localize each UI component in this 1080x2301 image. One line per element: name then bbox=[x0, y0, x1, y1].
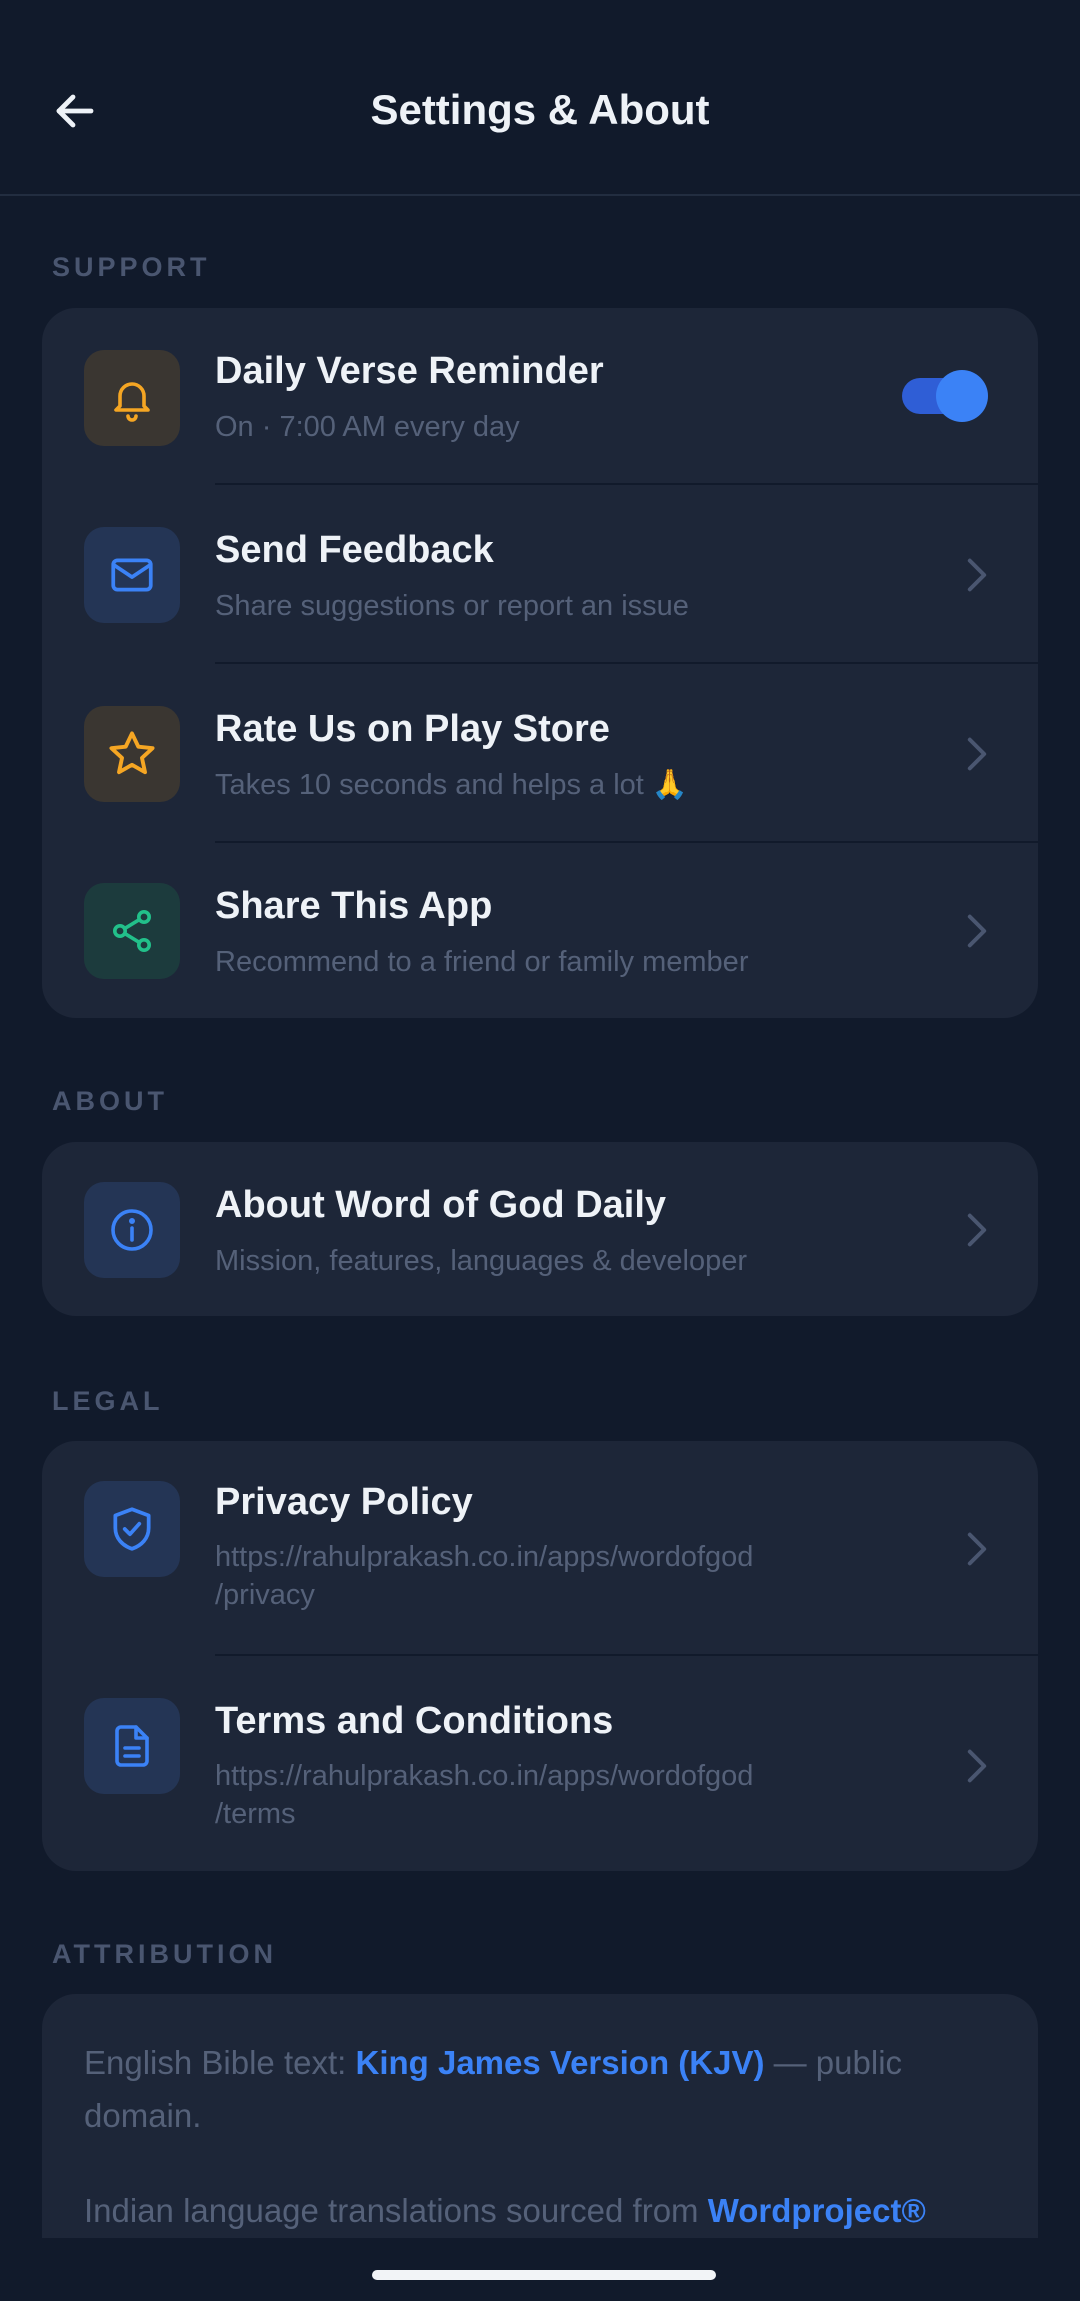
row-subtitle: Recommend to a friend or family member bbox=[215, 946, 749, 978]
privacy-policy-row[interactable]: Privacy Policy https://rahulprakash.co.i… bbox=[42, 1441, 1038, 1656]
document-icon bbox=[115, 1725, 149, 1767]
attribution-kjv-prefix: English Bible text: bbox=[84, 2044, 356, 2081]
mail-icon-tile bbox=[84, 527, 180, 623]
section-label-attribution: ATTRIBUTION bbox=[52, 1939, 277, 1969]
info-icon bbox=[111, 1209, 153, 1251]
terms-row[interactable]: Terms and Conditions https://rahulprakas… bbox=[42, 1656, 1038, 1871]
document-icon-tile bbox=[84, 1698, 180, 1794]
row-subtitle-line2: /terms bbox=[215, 1798, 296, 1830]
bell-icon bbox=[114, 382, 150, 422]
section-label-legal: LEGAL bbox=[52, 1386, 164, 1416]
row-subtitle-line2: /privacy bbox=[215, 1579, 315, 1611]
attribution-translations: Indian language translations sourced fro… bbox=[84, 2184, 1004, 2237]
row-title: Terms and Conditions bbox=[215, 1700, 614, 1742]
chevron-right-icon bbox=[962, 1529, 992, 1569]
star-icon bbox=[109, 731, 155, 775]
row-title: Daily Verse Reminder bbox=[215, 350, 604, 392]
row-subtitle-line1: https://rahulprakash.co.in/apps/wordofgo… bbox=[215, 1760, 754, 1792]
attribution-card: English Bible text: King James Version (… bbox=[42, 1994, 1038, 2238]
row-subtitle: Share suggestions or report an issue bbox=[215, 590, 689, 622]
about-card: About Word of God Daily Mission, feature… bbox=[42, 1142, 1038, 1316]
page-title: Settings & About bbox=[370, 86, 710, 133]
wordproject-link[interactable]: Wordproject® bbox=[708, 2192, 926, 2229]
chevron-right-icon bbox=[962, 734, 992, 774]
shield-check-icon bbox=[113, 1507, 151, 1551]
home-indicator[interactable] bbox=[372, 2270, 716, 2280]
reminder-toggle[interactable] bbox=[902, 370, 988, 422]
app-header: Settings & About bbox=[0, 0, 1080, 196]
row-title: About Word of God Daily bbox=[215, 1184, 667, 1226]
chevron-right-icon bbox=[962, 1746, 992, 1786]
section-label-about: ABOUT bbox=[52, 1086, 168, 1116]
share-icon bbox=[113, 910, 151, 952]
share-app-row[interactable]: Share This App Recommend to a friend or … bbox=[42, 843, 1038, 1018]
row-subtitle: Mission, features, languages & developer bbox=[215, 1245, 747, 1277]
share-icon-tile bbox=[84, 883, 180, 979]
row-title: Send Feedback bbox=[215, 529, 494, 571]
bell-icon-tile bbox=[84, 350, 180, 446]
about-app-row[interactable]: About Word of God Daily Mission, feature… bbox=[42, 1142, 1038, 1316]
kjv-link[interactable]: King James Version (KJV) bbox=[355, 2044, 764, 2081]
chevron-right-icon bbox=[962, 555, 992, 595]
info-icon-tile bbox=[84, 1182, 180, 1278]
row-subtitle: Takes 10 seconds and helps a lot 🙏 bbox=[215, 769, 689, 801]
chevron-right-icon bbox=[962, 1210, 992, 1250]
toggle-knob bbox=[936, 370, 988, 422]
star-icon-tile bbox=[84, 706, 180, 802]
legal-card: Privacy Policy https://rahulprakash.co.i… bbox=[42, 1441, 1038, 1871]
row-title: Privacy Policy bbox=[215, 1481, 473, 1523]
attribution-translations-prefix: Indian language translations sourced fro… bbox=[84, 2192, 708, 2229]
chevron-right-icon bbox=[962, 911, 992, 951]
daily-verse-reminder-row[interactable]: Daily Verse Reminder On · 7:00 AM every … bbox=[42, 308, 1038, 485]
rate-us-row[interactable]: Rate Us on Play Store Takes 10 seconds a… bbox=[42, 664, 1038, 843]
mail-icon bbox=[111, 558, 153, 592]
shield-icon-tile bbox=[84, 1481, 180, 1577]
support-card: Daily Verse Reminder On · 7:00 AM every … bbox=[42, 308, 1038, 1018]
row-subtitle-line1: https://rahulprakash.co.in/apps/wordofgo… bbox=[215, 1541, 754, 1573]
send-feedback-row[interactable]: Send Feedback Share suggestions or repor… bbox=[42, 485, 1038, 664]
row-title: Rate Us on Play Store bbox=[215, 708, 610, 750]
row-title: Share This App bbox=[215, 885, 493, 927]
section-label-support: SUPPORT bbox=[52, 252, 211, 282]
attribution-kjv: English Bible text: King James Version (… bbox=[84, 2036, 1004, 2142]
row-subtitle: On · 7:00 AM every day bbox=[215, 411, 520, 443]
